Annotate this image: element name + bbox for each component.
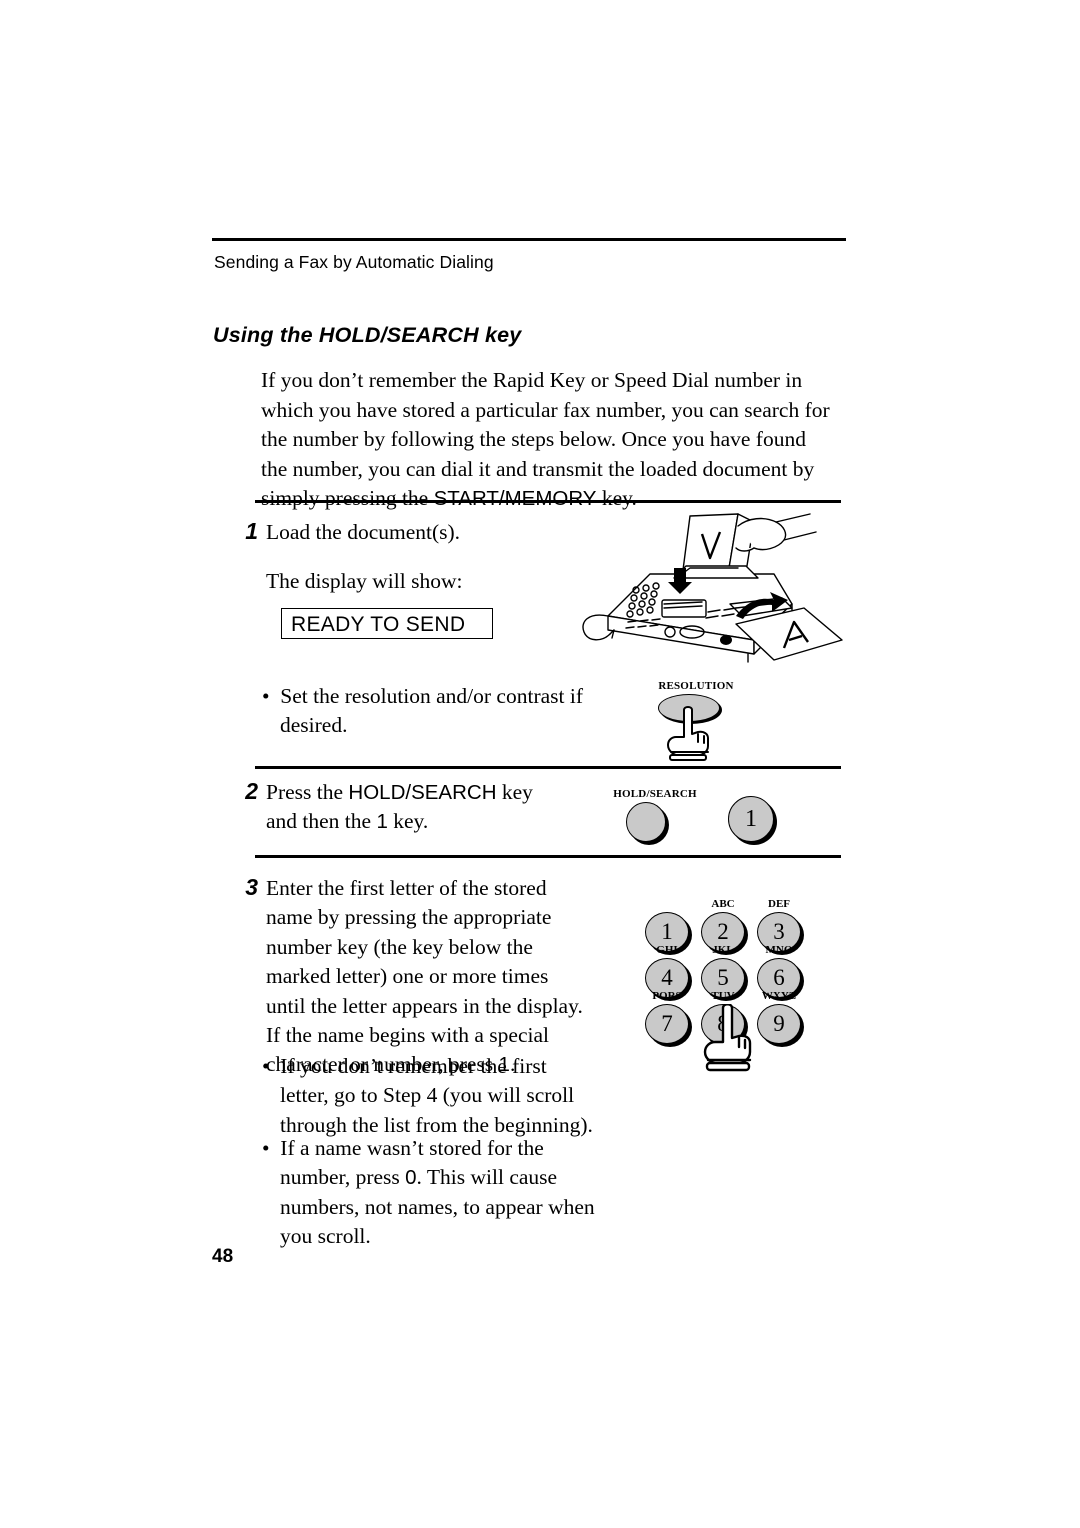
fax-machine-illustration bbox=[582, 513, 843, 663]
numeric-keypad-illustration: 1ABC2DEF3GHI4JKL5MNO6PQRS7TUV8WXYZ9 bbox=[645, 898, 811, 1072]
step-2-divider-rule bbox=[255, 766, 841, 769]
step-3-bullet-digit: 0 bbox=[405, 1166, 417, 1190]
keypad-key-7[interactable]: 7 bbox=[645, 1004, 689, 1044]
start-memory-key-name: START/MEMORY bbox=[433, 487, 597, 511]
keypad-letters-9: WXYZ bbox=[761, 990, 797, 1002]
hold-search-button-label: HOLD/SEARCH bbox=[613, 788, 697, 800]
step-3-instruction: Enter the first letter of the stored nam… bbox=[266, 874, 591, 1080]
keypad-letters-3: DEF bbox=[768, 898, 790, 910]
lcd-display-text: READY TO SEND bbox=[291, 613, 466, 636]
step-3-divider-rule bbox=[255, 855, 841, 858]
keypad-letters-6: MNO bbox=[765, 944, 793, 956]
keypad-letters-7: PQRS bbox=[652, 990, 682, 1002]
keypad-key-1-illustration[interactable]: 1 bbox=[728, 796, 774, 842]
pointing-hand-icon bbox=[667, 706, 709, 761]
keypad-key-9[interactable]: 9 bbox=[757, 1004, 801, 1044]
resolution-key-label: RESOLUTION bbox=[658, 680, 734, 692]
step-1-display-intro: The display will show: bbox=[266, 569, 463, 593]
step-1-number: 1 bbox=[245, 518, 258, 544]
step-3-bullet-no-letter: If you don’t remember the first letter, … bbox=[262, 1052, 600, 1140]
manual-page: Sending a Fax by Automatic Dialing Using… bbox=[0, 0, 1080, 1528]
step-2-key-digit: 1 bbox=[376, 810, 388, 834]
hold-search-button[interactable] bbox=[626, 802, 666, 842]
keypad-letters-5: JKL bbox=[712, 944, 734, 956]
hold-search-key-illustration: HOLD/SEARCH 1 bbox=[600, 788, 790, 846]
step-3-number: 3 bbox=[245, 874, 258, 900]
step-3-text-before: Enter the first letter of the stored nam… bbox=[266, 876, 583, 1077]
header-divider-rule bbox=[212, 238, 846, 241]
step-2-text-before: Press the bbox=[266, 780, 349, 804]
step-1-instruction: Load the document(s). bbox=[266, 520, 461, 544]
keypad-letters-8: TUV bbox=[711, 990, 735, 1002]
page-number: 48 bbox=[212, 1246, 234, 1267]
pointing-hand-icon bbox=[703, 1004, 752, 1072]
hold-search-key-name: HOLD/SEARCH bbox=[348, 781, 497, 804]
step-2-number: 2 bbox=[245, 778, 258, 804]
keypad-letters-2: ABC bbox=[711, 898, 735, 910]
intro-text-after: key. bbox=[596, 486, 637, 511]
intro-paragraph: If you don’t remember the Rapid Key or S… bbox=[261, 366, 833, 514]
step-2-text-after: key. bbox=[387, 809, 429, 834]
keypad-letters-4: GHI bbox=[656, 944, 678, 956]
resolution-key-illustration: RESOLUTION bbox=[636, 680, 756, 762]
step-1-bullet-resolution: Set the resolution and/or contrast if de… bbox=[262, 682, 610, 741]
step-3-bullet-no-name: If a name wasn’t stored for the number, … bbox=[262, 1134, 600, 1252]
running-head: Sending a Fax by Automatic Dialing bbox=[214, 252, 494, 272]
step-1-divider-rule bbox=[255, 500, 841, 503]
page-title: Using the HOLD/SEARCH key bbox=[213, 323, 522, 347]
step-2-instruction: Press the HOLD/SEARCH key and then the 1… bbox=[266, 778, 566, 837]
lcd-display-box: READY TO SEND bbox=[281, 608, 493, 639]
